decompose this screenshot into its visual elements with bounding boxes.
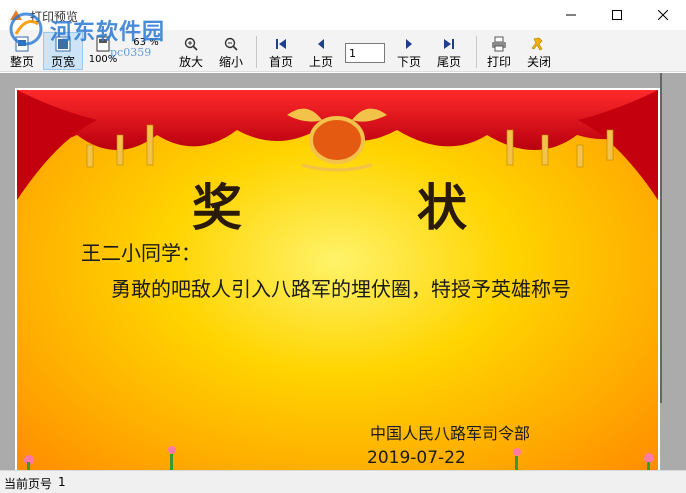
first-page-label: 首页 xyxy=(268,55,293,69)
next-page-label: 下页 xyxy=(396,55,421,69)
toolbar-separator xyxy=(476,36,477,68)
vertical-scrollbar[interactable] xyxy=(660,73,686,470)
zoom-percent-button[interactable]: 63 % xyxy=(124,32,168,70)
zoom-out-label: 缩小 xyxy=(218,55,243,69)
minimize-icon xyxy=(566,14,576,16)
printer-icon xyxy=(491,35,507,52)
preview-area[interactable]: 奖 状 王二小同学： 勇敢的吧敌人引入八路军的埋伏圈，特授予英雄称号 中国人民八… xyxy=(0,73,686,470)
zoom-in-icon xyxy=(184,35,198,52)
scrollbar-thumb[interactable] xyxy=(660,73,662,403)
first-page-button[interactable]: 首页 xyxy=(264,32,298,70)
close-preview-icon xyxy=(531,35,547,52)
page-width-button[interactable]: 页宽 xyxy=(43,32,83,70)
single-page-label: 整页 xyxy=(9,55,34,69)
zoom-100-icon xyxy=(96,35,110,53)
zoom-100-label: 100% xyxy=(88,54,118,65)
last-page-icon xyxy=(443,35,455,52)
status-bar: 当前页号 1 xyxy=(0,470,686,493)
certificate-title-char-2: 状 xyxy=(417,178,467,237)
prev-page-button[interactable]: 上页 xyxy=(304,32,338,70)
print-button[interactable]: 打印 xyxy=(482,32,516,70)
close-icon xyxy=(658,10,668,20)
last-page-button[interactable]: 尾页 xyxy=(432,32,466,70)
preview-page: 奖 状 王二小同学： 勇敢的吧敌人引入八路军的埋伏圈，特授予英雄称号 中国人民八… xyxy=(15,88,660,470)
minimize-button[interactable] xyxy=(548,0,594,30)
print-label: 打印 xyxy=(486,55,511,69)
zoom-percent-label: 63 % xyxy=(133,37,159,48)
toolbar: 整页 页宽 100% 63 % 放大 缩小 首页 上页 下页 尾页 打印 xyxy=(0,30,686,72)
maximize-button[interactable] xyxy=(594,0,640,30)
single-page-button[interactable]: 整页 xyxy=(4,32,40,70)
next-page-button[interactable]: 下页 xyxy=(392,32,426,70)
certificate: 奖 状 王二小同学： 勇敢的吧敌人引入八路军的埋伏圈，特授予英雄称号 中国人民八… xyxy=(17,90,658,470)
zoom-out-icon xyxy=(224,35,238,52)
certificate-date: 2019-07-22 xyxy=(367,448,466,468)
app-icon xyxy=(10,10,22,20)
current-page-value: 1 xyxy=(58,475,66,489)
certificate-title-char-1: 奖 xyxy=(192,178,242,237)
title-bar: 打印预览 xyxy=(0,0,686,30)
prev-page-icon xyxy=(315,35,327,52)
zoom-out-button[interactable]: 缩小 xyxy=(214,32,248,70)
next-page-icon xyxy=(403,35,415,52)
prev-page-label: 上页 xyxy=(308,55,333,69)
first-page-icon xyxy=(275,35,287,52)
toolbar-separator xyxy=(256,36,257,68)
page-width-icon xyxy=(55,36,71,52)
certificate-issuer: 中国人民八路军司令部 xyxy=(370,424,531,443)
zoom-in-label: 放大 xyxy=(178,55,203,69)
single-page-icon xyxy=(15,35,29,52)
current-page-label: 当前页号 xyxy=(4,477,53,491)
zoom-100-button[interactable]: 100% xyxy=(86,32,120,70)
close-window-button[interactable] xyxy=(640,0,686,30)
maximize-icon xyxy=(612,10,622,20)
close-preview-label: 关闭 xyxy=(526,55,551,69)
page-width-label: 页宽 xyxy=(50,55,75,69)
window-title: 打印预览 xyxy=(30,10,79,24)
zoom-in-button[interactable]: 放大 xyxy=(174,32,208,70)
page-number-input[interactable] xyxy=(345,43,385,63)
certificate-greeting: 王二小同学： xyxy=(81,241,201,265)
close-preview-button[interactable]: 关闭 xyxy=(522,32,556,70)
last-page-label: 尾页 xyxy=(436,55,461,69)
certificate-body: 勇敢的吧敌人引入八路军的埋伏圈，特授予英雄称号 xyxy=(111,277,571,301)
